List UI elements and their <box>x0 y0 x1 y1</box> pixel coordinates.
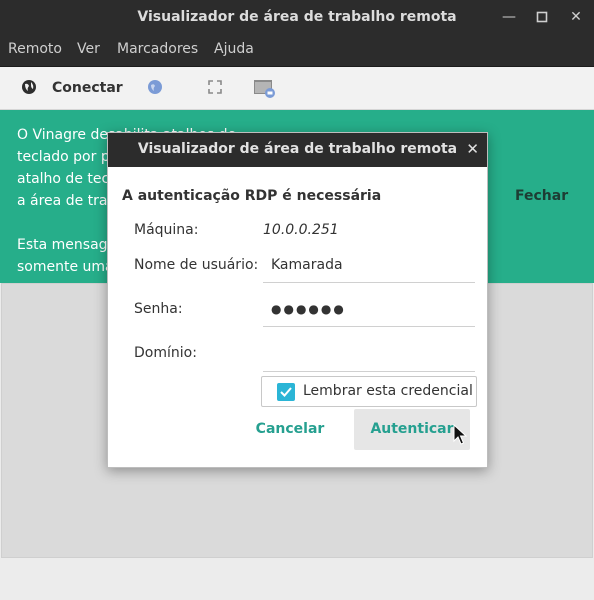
menu-marcadores[interactable]: Marcadores <box>117 41 198 57</box>
password-label: Senha: <box>134 301 183 317</box>
info-close-button[interactable]: Fechar <box>515 188 568 204</box>
password-field[interactable]: ●●●●●● <box>263 295 475 327</box>
fullscreen-icon[interactable] <box>207 79 225 97</box>
username-value: Kamarada <box>271 257 343 273</box>
remember-credential-checkbox[interactable]: Lembrar esta credencial <box>261 376 477 407</box>
close-icon[interactable]: ✕ <box>567 8 585 26</box>
toolbar: Conectar <box>0 67 594 110</box>
menu-ajuda[interactable]: Ajuda <box>214 41 254 57</box>
username-field[interactable]: Kamarada <box>263 251 475 283</box>
globe-icon[interactable] <box>21 79 39 97</box>
cancel-button[interactable]: Cancelar <box>240 409 340 450</box>
menu-remoto[interactable]: Remoto <box>8 41 62 57</box>
username-label: Nome de usuário: <box>134 257 259 273</box>
web-icon[interactable] <box>147 79 165 97</box>
window-titlebar: Visualizador de área de trabalho remota … <box>0 0 594 34</box>
host-label: Máquina: <box>134 222 199 238</box>
dialog-titlebar: Visualizador de área de trabalho remota … <box>108 133 487 167</box>
password-value: ●●●●●● <box>271 302 346 316</box>
screenshot-icon[interactable] <box>253 79 277 98</box>
connect-button[interactable]: Conectar <box>52 80 123 96</box>
minimize-icon[interactable]: — <box>500 8 518 26</box>
checkbox-checked-icon[interactable] <box>277 383 295 401</box>
domain-label: Domínio: <box>134 345 197 361</box>
mouse-cursor-icon <box>453 423 468 446</box>
dialog-close-icon[interactable]: ✕ <box>466 140 479 158</box>
host-value: 10.0.0.251 <box>263 222 339 238</box>
remember-credential-label: Lembrar esta credencial <box>303 383 473 399</box>
auth-dialog: Visualizador de área de trabalho remota … <box>107 132 488 468</box>
menubar: Remoto Ver Marcadores Ajuda <box>0 34 594 67</box>
maximize-icon[interactable] <box>533 8 551 26</box>
menu-ver[interactable]: Ver <box>77 41 100 57</box>
dialog-heading: A autenticação RDP é necessária <box>122 188 382 204</box>
dialog-title: Visualizador de área de trabalho remota <box>137 141 458 157</box>
domain-field[interactable] <box>263 340 475 372</box>
